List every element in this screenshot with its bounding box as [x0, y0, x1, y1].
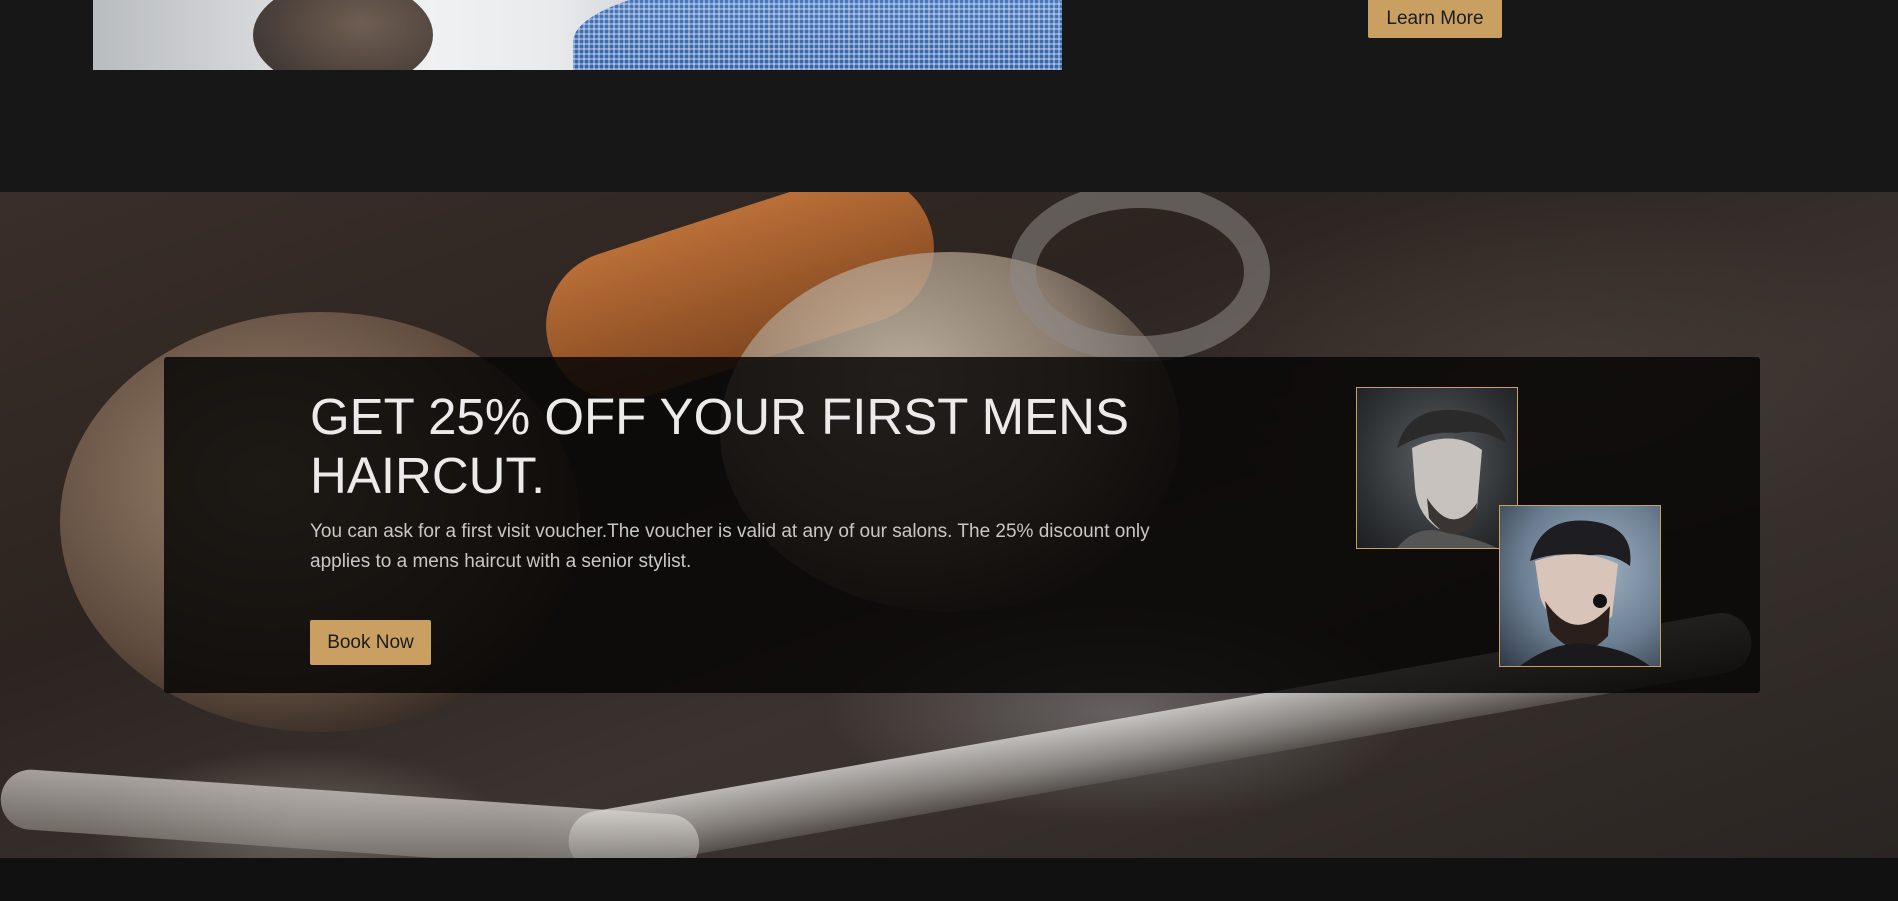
promo-box: GET 25% OFF YOUR FIRST MENS HAIRCUT. You… — [164, 357, 1760, 693]
promo-title: GET 25% OFF YOUR FIRST MENS HAIRCUT. — [310, 388, 1129, 504]
footer-strip — [0, 858, 1898, 901]
top-section: Learn More — [0, 0, 1898, 192]
haircut-portrait-1 — [1356, 387, 1518, 549]
promo-section: GET 25% OFF YOUR FIRST MENS HAIRCUT. You… — [0, 192, 1898, 858]
book-now-button[interactable]: Book Now — [310, 620, 431, 665]
learn-more-button[interactable]: Learn More — [1368, 0, 1502, 38]
promo-description: You can ask for a first visit voucher.Th… — [310, 521, 1150, 572]
barber-photo — [93, 0, 1062, 70]
haircut-portrait-2 — [1499, 505, 1661, 667]
